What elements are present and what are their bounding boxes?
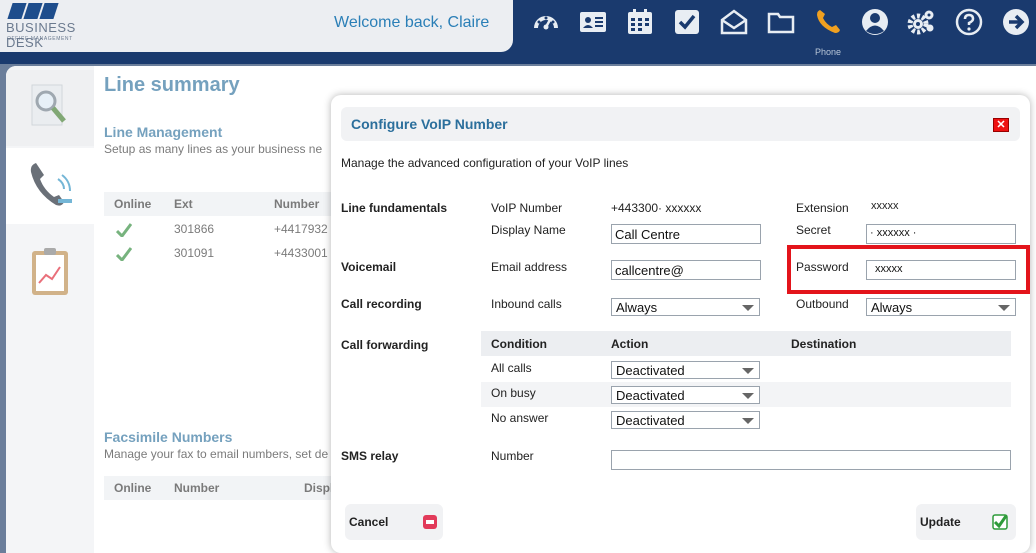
top-bar: BUSINESS DESK OFFICE MANAGEMENT Welcome … <box>0 0 1036 64</box>
column-header-action: Action <box>611 337 649 351</box>
dashboard-icon[interactable] <box>530 7 562 37</box>
update-button[interactable]: Update <box>916 504 1016 540</box>
update-button-label: Update <box>920 515 961 529</box>
voip-number-label: VoIP Number <box>491 201 563 215</box>
forwarding-condition: No answer <box>491 411 549 425</box>
password-highlight-box <box>787 245 1030 294</box>
column-header-condition: Condition <box>491 337 547 351</box>
forwarding-action-selected: Deactivated <box>616 413 685 428</box>
inbound-calls-label: Inbound calls <box>491 297 562 311</box>
forwarding-row-on-busy: On busy Deactivated <box>481 382 1011 407</box>
forwarding-condition: All calls <box>491 361 532 375</box>
logo-name: BUSINESS DESK <box>6 20 76 50</box>
secret-label: Secret <box>796 223 831 237</box>
settings-icon[interactable] <box>906 7 938 37</box>
configure-voip-dialog: Configure VoIP Number ✕ Manage the advan… <box>331 95 1030 553</box>
outbound-select[interactable]: Always <box>866 298 1016 316</box>
section-line-fundamentals: Line fundamentals <box>341 201 448 215</box>
help-icon[interactable] <box>953 7 985 37</box>
tasks-icon[interactable] <box>671 7 703 37</box>
dropdown-arrow-icon <box>742 368 754 374</box>
phone-nav-label: Phone <box>814 47 842 57</box>
cancel-button[interactable]: Cancel <box>345 504 443 540</box>
forwarding-action-selected: Deactivated <box>616 388 685 403</box>
mail-icon[interactable] <box>718 7 750 37</box>
column-header-destination: Destination <box>791 337 857 351</box>
business-desk-logo[interactable]: BUSINESS DESK OFFICE MANAGEMENT <box>6 3 116 50</box>
logo-mark-icon <box>7 3 60 19</box>
dropdown-arrow-icon <box>998 305 1010 311</box>
section-call-forwarding: Call forwarding <box>341 338 429 352</box>
section-sms-relay: SMS relay <box>341 449 399 463</box>
contacts-icon[interactable] <box>577 7 609 37</box>
close-icon: ✕ <box>996 118 1006 131</box>
close-button[interactable]: ✕ <box>993 118 1009 132</box>
email-address-input[interactable]: callcentre@ <box>611 260 761 280</box>
section-voicemail: Voicemail <box>341 260 397 274</box>
outbound-selected: Always <box>871 300 913 315</box>
phone-icon[interactable] <box>812 7 844 37</box>
display-name-label: Display Name <box>491 223 566 237</box>
extension-value: xxxxx <box>871 200 899 212</box>
forwarding-table-header: Condition Action Destination <box>481 331 1011 356</box>
outbound-label: Outbound <box>796 297 849 311</box>
secret-input[interactable]: · xxxxxx · <box>866 224 1016 244</box>
email-address-label: Email address <box>491 260 568 274</box>
dialog-header: Configure VoIP Number ✕ <box>341 107 1020 141</box>
dialog-intro: Manage the advanced configuration of you… <box>341 156 629 170</box>
welcome-message: Welcome back, Claire <box>334 14 490 31</box>
sms-number-input[interactable] <box>611 450 1011 470</box>
calendar-icon[interactable] <box>624 7 656 37</box>
forwarding-row-all-calls: All calls Deactivated <box>481 357 1011 382</box>
dropdown-arrow-icon <box>742 393 754 399</box>
logo-tagline: OFFICE MANAGEMENT <box>7 36 73 42</box>
extension-label: Extension <box>796 201 849 215</box>
cancel-button-label: Cancel <box>349 515 389 529</box>
forwarding-row-no-answer: No answer Deactivated <box>481 407 1011 432</box>
dropdown-arrow-icon <box>742 418 754 424</box>
forwarding-condition: On busy <box>491 386 536 400</box>
update-check-icon <box>992 514 1008 530</box>
voip-number-value: +443300· xxxxxx <box>611 201 702 215</box>
inbound-calls-select[interactable]: Always <box>611 298 760 316</box>
folder-icon[interactable] <box>765 7 797 37</box>
forwarding-action-select[interactable]: Deactivated <box>611 386 760 404</box>
cancel-icon <box>423 515 437 529</box>
section-call-recording: Call recording <box>341 297 422 311</box>
dropdown-arrow-icon <box>742 305 754 311</box>
forwarding-action-select[interactable]: Deactivated <box>611 411 760 429</box>
forwarding-action-select[interactable]: Deactivated <box>611 361 760 379</box>
dialog-title: Configure VoIP Number <box>351 116 508 132</box>
brand-panel: BUSINESS DESK OFFICE MANAGEMENT Welcome … <box>0 0 513 52</box>
sms-number-label: Number <box>491 449 534 463</box>
user-icon[interactable] <box>859 7 891 37</box>
logout-icon[interactable] <box>1000 7 1032 37</box>
forwarding-action-selected: Deactivated <box>616 363 685 378</box>
inbound-calls-selected: Always <box>616 300 658 315</box>
display-name-input[interactable]: Call Centre <box>611 224 761 244</box>
